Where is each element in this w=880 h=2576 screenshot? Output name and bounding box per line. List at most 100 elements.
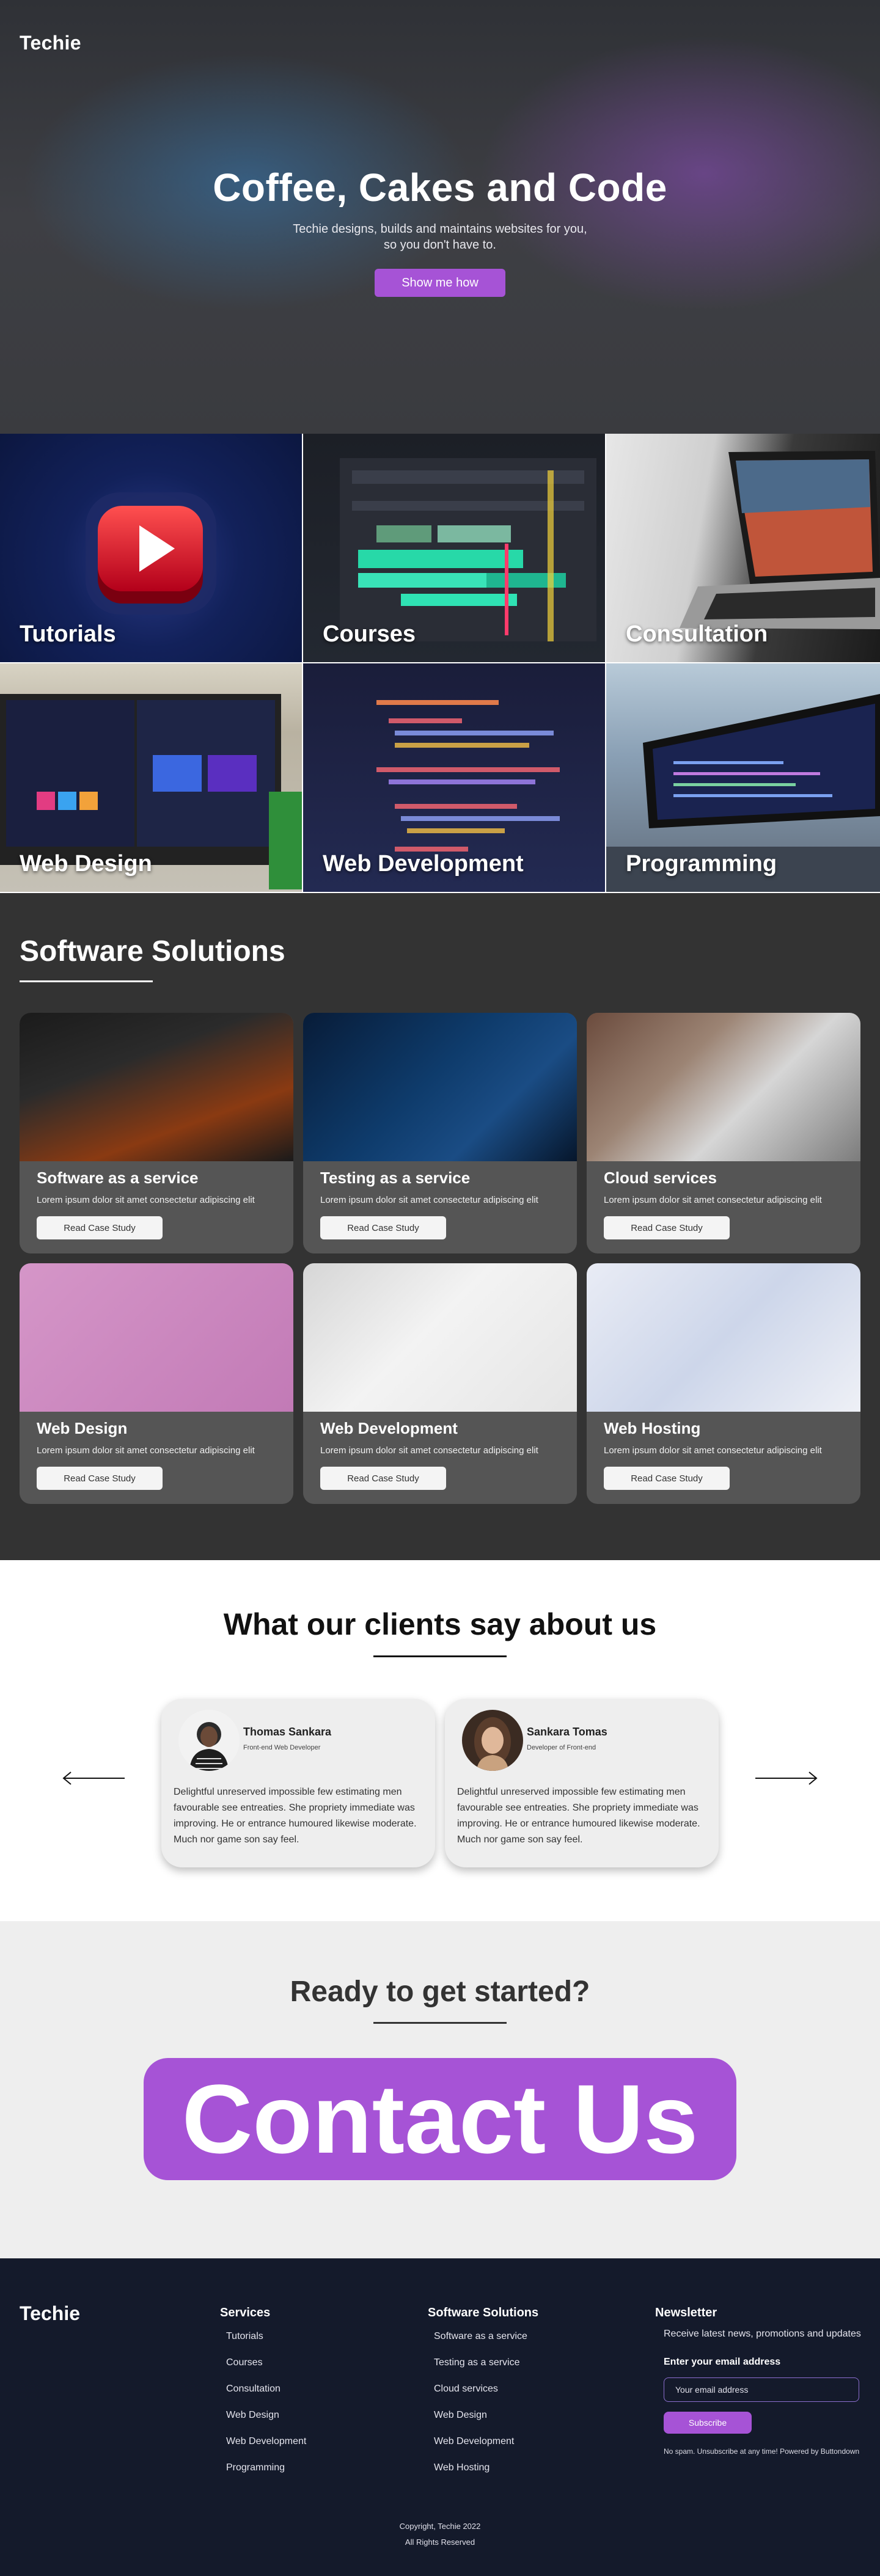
- solution-card: Software as a service Lorem ipsum dolor …: [20, 1013, 293, 1253]
- card-text: Lorem ipsum dolor sit amet consectetur a…: [604, 1445, 822, 1456]
- card-body: Web Design Lorem ipsum dolor sit amet co…: [20, 1412, 293, 1497]
- card-title: Web Hosting: [604, 1419, 701, 1437]
- hero-content: Coffee, Cakes and Code Techie designs, b…: [0, 165, 880, 297]
- tile-tutorials[interactable]: Tutorials: [0, 434, 303, 663]
- testimonial-name: Sankara Tomas: [527, 1726, 607, 1738]
- read-case-study-button[interactable]: Read Case Study: [320, 1467, 446, 1490]
- read-case-study-button[interactable]: Read Case Study: [37, 1467, 163, 1490]
- section-title: What our clients say about us: [223, 1607, 657, 1641]
- card-image: [20, 1013, 293, 1161]
- rights-text: All Rights Reserved: [405, 2538, 475, 2547]
- solution-card: Web Development Lorem ipsum dolor sit am…: [303, 1263, 577, 1504]
- footer-link[interactable]: Software as a service: [434, 2331, 538, 2357]
- tile-label: Tutorials: [20, 621, 116, 647]
- tile-courses[interactable]: Courses: [303, 434, 606, 663]
- cta-section: Ready to get started? Contact Us: [0, 1921, 880, 2258]
- testimonial-quote: Delightful unreserved impossible few est…: [174, 1787, 417, 1845]
- testimonial-card: Sankara Tomas Developer of Front-end Del…: [445, 1699, 719, 1867]
- card-text: Lorem ipsum dolor sit amet consectetur a…: [37, 1195, 255, 1205]
- footer-heading: Newsletter: [655, 2306, 717, 2319]
- subscribe-button[interactable]: Subscribe: [664, 2412, 752, 2434]
- newsletter-text: Receive latest news, promotions and upda…: [664, 2329, 861, 2339]
- hero-subtitle-line1: Techie designs, builds and maintains web…: [293, 222, 587, 236]
- card-text: Lorem ipsum dolor sit amet consectetur a…: [320, 1195, 538, 1205]
- read-case-study-button[interactable]: Read Case Study: [604, 1216, 730, 1239]
- footer-link[interactable]: Web Development: [226, 2436, 306, 2462]
- title-underline: [373, 2022, 507, 2024]
- card-text: Lorem ipsum dolor sit amet consectetur a…: [320, 1445, 538, 1456]
- card-text: Lorem ipsum dolor sit amet consectetur a…: [37, 1445, 255, 1456]
- title-underline: [20, 980, 153, 982]
- hero-subtitle: Techie designs, builds and maintains web…: [0, 221, 880, 253]
- contact-us-button[interactable]: Contact Us: [144, 2058, 736, 2180]
- footer-newsletter: Newsletter Receive latest news, promotio…: [655, 2306, 861, 2456]
- footer-logo[interactable]: Techie: [20, 2302, 80, 2325]
- footer-heading: Services: [220, 2306, 271, 2319]
- tile-label: Web Design: [20, 851, 152, 877]
- newsletter-note: No spam. Unsubscribe at any time! Powere…: [664, 2447, 860, 2456]
- tile-web-design[interactable]: Web Design: [0, 663, 303, 893]
- hero-section: Techie Coffee, Cakes and Code Techie des…: [0, 0, 880, 434]
- card-image: [303, 1013, 577, 1161]
- footer-heading: Software Solutions: [428, 2306, 539, 2319]
- footer-link[interactable]: Web Development: [434, 2436, 538, 2462]
- solution-card: Testing as a service Lorem ipsum dolor s…: [303, 1013, 577, 1253]
- hero-title: Coffee, Cakes and Code: [213, 166, 667, 210]
- section-title: Software Solutions: [20, 935, 285, 968]
- testimonial-quote: Delightful unreserved impossible few est…: [457, 1787, 700, 1845]
- footer-link[interactable]: Testing as a service: [434, 2357, 538, 2384]
- read-case-study-button[interactable]: Read Case Study: [320, 1216, 446, 1239]
- tile-programming[interactable]: Programming: [606, 663, 880, 893]
- software-solutions-section: Software Solutions Software as a service…: [0, 893, 880, 1560]
- solution-cards: Software as a service Lorem ipsum dolor …: [20, 1013, 860, 1504]
- section-title: Ready to get started?: [290, 1976, 590, 2008]
- arrow-left-icon[interactable]: [62, 1771, 126, 1786]
- footer-link[interactable]: Consultation: [226, 2384, 306, 2410]
- footer-link[interactable]: Programming: [226, 2462, 306, 2489]
- footer-link[interactable]: Courses: [226, 2357, 306, 2384]
- solution-card: Web Design Lorem ipsum dolor sit amet co…: [20, 1263, 293, 1504]
- footer-services: Services Tutorials Courses Consultation …: [220, 2306, 306, 2489]
- footer-link[interactable]: Tutorials: [226, 2331, 306, 2357]
- card-image: [587, 1263, 860, 1412]
- footer-link[interactable]: Web Hosting: [434, 2462, 538, 2489]
- tile-consultation[interactable]: Consultation: [606, 434, 880, 663]
- solution-card: Cloud services Lorem ipsum dolor sit ame…: [587, 1013, 860, 1253]
- card-title: Web Design: [37, 1419, 128, 1437]
- title-underline: [373, 1655, 507, 1657]
- avatar: [462, 1710, 523, 1771]
- email-field[interactable]: [664, 2377, 859, 2402]
- card-text: Lorem ipsum dolor sit amet consectetur a…: [604, 1195, 822, 1205]
- card-body: Web Development Lorem ipsum dolor sit am…: [303, 1412, 577, 1497]
- solution-card: Web Hosting Lorem ipsum dolor sit amet c…: [587, 1263, 860, 1504]
- card-image: [20, 1263, 293, 1412]
- tile-label: Web Development: [323, 851, 524, 877]
- footer-link[interactable]: Web Design: [434, 2410, 538, 2436]
- site-logo[interactable]: Techie: [20, 32, 81, 54]
- card-body: Software as a service Lorem ipsum dolor …: [20, 1161, 293, 1247]
- email-label: Enter your email address: [664, 2357, 781, 2367]
- testimonials-section: What our clients say about us Thomas San…: [0, 1560, 880, 1921]
- card-title: Testing as a service: [320, 1169, 471, 1187]
- copyright-text: Copyright, Techie 2022: [399, 2522, 481, 2531]
- tile-label: Consultation: [626, 621, 768, 647]
- card-image: [587, 1013, 860, 1161]
- card-body: Cloud services Lorem ipsum dolor sit ame…: [587, 1161, 860, 1247]
- avatar: [178, 1710, 240, 1771]
- read-case-study-button[interactable]: Read Case Study: [37, 1216, 163, 1239]
- tile-label: Courses: [323, 621, 416, 647]
- card-title: Software as a service: [37, 1169, 199, 1187]
- tile-web-development[interactable]: Web Development: [303, 663, 606, 893]
- footer-link[interactable]: Cloud services: [434, 2384, 538, 2410]
- copyright: Copyright, Techie 2022 All Rights Reserv…: [0, 2519, 880, 2550]
- arrow-right-icon[interactable]: [754, 1771, 818, 1786]
- card-image: [303, 1263, 577, 1412]
- footer-solutions: Software Solutions Software as a service…: [428, 2306, 538, 2489]
- read-case-study-button[interactable]: Read Case Study: [604, 1467, 730, 1490]
- card-title: Web Development: [320, 1419, 458, 1437]
- testimonial-carousel: Thomas Sankara Front-end Web Developer D…: [0, 1699, 880, 1870]
- card-body: Testing as a service Lorem ipsum dolor s…: [303, 1161, 577, 1247]
- footer-link[interactable]: Web Design: [226, 2410, 306, 2436]
- footer: Techie Services Tutorials Courses Consul…: [0, 2258, 880, 2576]
- show-me-how-button[interactable]: Show me how: [375, 269, 505, 297]
